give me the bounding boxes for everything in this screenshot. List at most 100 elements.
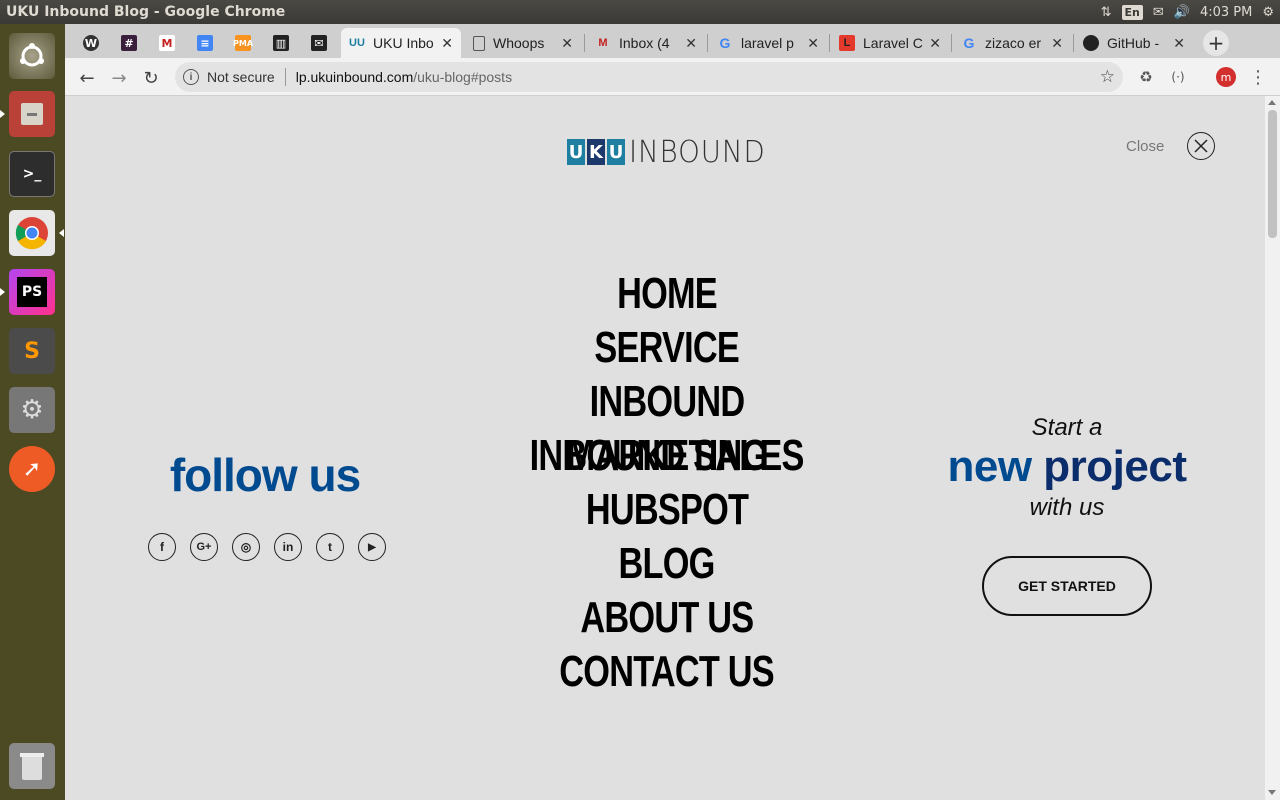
keyboard-layout-indicator[interactable]: En bbox=[1121, 4, 1143, 20]
postman-icon: ➚ bbox=[9, 446, 55, 492]
nav-hubspot[interactable]: HUBSPOT bbox=[467, 483, 867, 537]
launcher-phpstorm[interactable]: PS bbox=[6, 266, 58, 318]
tab-label: zizaco er bbox=[985, 35, 1042, 51]
code-extension-icon[interactable]: (·) bbox=[1167, 66, 1189, 88]
tab-label: Whoops bbox=[493, 35, 545, 51]
get-started-button[interactable]: GET STARTED bbox=[982, 556, 1152, 616]
reload-icon[interactable]: ↻ bbox=[138, 65, 164, 91]
bookmark-star-icon[interactable]: ☆ bbox=[1100, 67, 1115, 87]
tab-label: GitHub - bbox=[1107, 35, 1160, 51]
ubuntu-dash-button[interactable] bbox=[6, 30, 58, 82]
uku-inbound-logo[interactable]: U K U INBOUND bbox=[567, 132, 778, 172]
tab-laravel-search[interactable]: G laravel p ✕ bbox=[709, 28, 827, 58]
pinned-tab-slack[interactable]: # bbox=[113, 28, 145, 58]
kebab-menu-icon[interactable]: ⋮ bbox=[1247, 66, 1269, 88]
logo-letter: U bbox=[567, 139, 585, 165]
google-icon: G bbox=[963, 35, 975, 51]
page-scrollbar[interactable] bbox=[1265, 96, 1280, 800]
cta-new-word: new bbox=[947, 442, 1032, 491]
launcher-terminal[interactable]: >_ bbox=[6, 148, 58, 200]
tab-github[interactable]: ● GitHub - ✕ bbox=[1075, 28, 1193, 58]
pinned-tab-trello[interactable]: ▥ bbox=[265, 28, 297, 58]
security-status[interactable]: Not secure bbox=[207, 69, 275, 85]
profile-avatar[interactable]: m bbox=[1215, 66, 1237, 88]
network-icon[interactable]: ⇅ bbox=[1101, 5, 1112, 20]
profile-initial: m bbox=[1216, 67, 1236, 87]
recycle-extension-icon[interactable]: ♻ bbox=[1135, 66, 1157, 88]
pinned-tab-docs[interactable]: ≡ bbox=[189, 28, 221, 58]
tab-zizaco-search[interactable]: G zizaco er ✕ bbox=[953, 28, 1071, 58]
envelope-icon: ✉ bbox=[311, 35, 327, 51]
tab-separator bbox=[951, 34, 952, 52]
tab-whoops[interactable]: Whoops ✕ bbox=[465, 28, 581, 58]
nav-home[interactable]: HOME bbox=[467, 267, 867, 321]
github-icon: ● bbox=[1083, 35, 1099, 51]
nav-blog[interactable]: BLOG bbox=[467, 537, 867, 591]
forward-arrow-icon[interactable]: → bbox=[106, 65, 132, 91]
browser-toolbar: ← → ↻ i Not secure lp.ukuinbound.com /uk… bbox=[65, 58, 1280, 96]
launcher-sublime[interactable]: S bbox=[6, 325, 58, 377]
cta-headline: new project bbox=[925, 442, 1209, 492]
gmail-icon: M bbox=[598, 37, 608, 49]
gear-wrench-icon: ⚙ bbox=[9, 387, 55, 433]
system-tray: ⇅ En ✉ 🔊 4:03 PM ⚙ bbox=[1101, 0, 1274, 24]
pinned-tab-wordpress[interactable]: W bbox=[75, 28, 107, 58]
pinned-tab-phpmyadmin[interactable]: PMA bbox=[227, 28, 259, 58]
tab-strip: W # M ≡ PMA ▥ ✉ UU UKU Inbo ✕ Whoops ✕ M… bbox=[65, 24, 1280, 58]
nav-inbound-marketing[interactable]: INBOUND MARKETING bbox=[467, 375, 867, 480]
facebook-icon[interactable]: f bbox=[148, 533, 176, 561]
wordpress-icon: W bbox=[83, 35, 99, 51]
settings-gear-icon[interactable]: ⚙ bbox=[1262, 5, 1274, 20]
close-label[interactable]: Close bbox=[1126, 138, 1164, 155]
pinned-tab-gmail[interactable]: M bbox=[151, 28, 183, 58]
tab-separator bbox=[584, 34, 585, 52]
laravel-icon: L bbox=[839, 35, 855, 51]
scroll-down-arrow-icon[interactable] bbox=[1268, 790, 1276, 795]
back-arrow-icon[interactable]: ← bbox=[74, 65, 100, 91]
scroll-up-arrow-icon[interactable] bbox=[1268, 100, 1276, 105]
mail-icon[interactable]: ✉ bbox=[1153, 5, 1164, 20]
launcher-chrome[interactable] bbox=[6, 207, 58, 259]
tab-close-icon[interactable]: ✕ bbox=[441, 35, 453, 52]
url-path: /uku-blog#posts bbox=[413, 69, 513, 85]
clock[interactable]: 4:03 PM bbox=[1200, 5, 1252, 20]
info-icon[interactable]: i bbox=[183, 69, 199, 85]
nav-label: HOME bbox=[617, 269, 718, 318]
launcher-files[interactable] bbox=[6, 88, 58, 140]
running-indicator bbox=[0, 110, 5, 118]
tab-laravel[interactable]: L Laravel C ✕ bbox=[831, 28, 949, 58]
scroll-thumb[interactable] bbox=[1268, 110, 1277, 238]
volume-icon[interactable]: 🔊 bbox=[1174, 5, 1190, 20]
new-tab-button[interactable]: + bbox=[1203, 30, 1229, 56]
nav-about-us[interactable]: ABOUT US bbox=[467, 591, 867, 645]
nav-service[interactable]: SERVICE bbox=[467, 321, 867, 375]
close-menu-button[interactable] bbox=[1187, 132, 1215, 160]
google-plus-icon[interactable]: G+ bbox=[190, 533, 218, 561]
launcher-system-settings[interactable]: ⚙ bbox=[6, 384, 58, 436]
pinned-tab-mailer[interactable]: ✉ bbox=[303, 28, 335, 58]
tab-close-icon[interactable]: ✕ bbox=[929, 35, 941, 52]
tab-uku-inbound[interactable]: UU UKU Inbo ✕ bbox=[341, 28, 461, 58]
phpmyadmin-icon: PMA bbox=[233, 35, 253, 51]
youtube-icon[interactable]: ▶ bbox=[358, 533, 386, 561]
address-bar[interactable]: i Not secure lp.ukuinbound.com /uku-blog… bbox=[175, 62, 1123, 92]
tab-close-icon[interactable]: ✕ bbox=[807, 35, 819, 52]
tab-close-icon[interactable]: ✕ bbox=[685, 35, 697, 52]
tab-close-icon[interactable]: ✕ bbox=[561, 35, 573, 52]
tab-inbox[interactable]: M Inbox (4 ✕ bbox=[587, 28, 705, 58]
cta-block: Start a new project with us bbox=[925, 414, 1209, 522]
tab-close-icon[interactable]: ✕ bbox=[1051, 35, 1063, 52]
ubuntu-logo-icon bbox=[9, 33, 55, 79]
nav-label: BLOG bbox=[618, 539, 716, 588]
chrome-window: W # M ≡ PMA ▥ ✉ UU UKU Inbo ✕ Whoops ✕ M… bbox=[65, 24, 1280, 800]
linkedin-icon[interactable]: in bbox=[274, 533, 302, 561]
url-host: lp.ukuinbound.com bbox=[295, 69, 414, 85]
nav-contact-us[interactable]: CONTACT US bbox=[467, 645, 867, 699]
top-panel: UKU Inbound Blog - Google Chrome ⇅ En ✉ … bbox=[0, 0, 1280, 24]
launcher-postman[interactable]: ➚ bbox=[6, 443, 58, 495]
twitter-icon[interactable]: t bbox=[316, 533, 344, 561]
instagram-icon[interactable]: ◎ bbox=[232, 533, 260, 561]
active-indicator bbox=[59, 229, 64, 237]
launcher-trash[interactable] bbox=[6, 740, 58, 792]
tab-close-icon[interactable]: ✕ bbox=[1173, 35, 1185, 52]
